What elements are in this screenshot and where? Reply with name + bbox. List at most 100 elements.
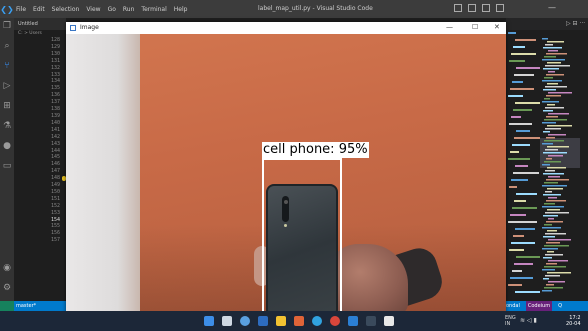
- search-taskbar-icon[interactable]: [222, 316, 232, 326]
- menu-terminal[interactable]: Terminal: [141, 6, 166, 13]
- menu-file[interactable]: File: [16, 6, 26, 13]
- minimap-line: [544, 224, 552, 226]
- minimap-line: [547, 125, 572, 127]
- code-line: [515, 102, 540, 104]
- vscode-taskbar-icon[interactable]: [348, 316, 358, 326]
- tab-label: Untitled: [18, 21, 38, 27]
- line-number: 135: [50, 85, 60, 92]
- code-line: [511, 53, 536, 55]
- task-view-icon[interactable]: [240, 316, 250, 326]
- minimap-line: [545, 170, 555, 172]
- code-line: [510, 151, 519, 153]
- menu-help[interactable]: Help: [174, 6, 188, 13]
- codeium-status[interactable]: Codeium: [525, 301, 553, 311]
- run-debug-icon[interactable]: ▷: [2, 81, 12, 91]
- terminal-icon[interactable]: [366, 316, 376, 326]
- menu-run[interactable]: Run: [123, 6, 135, 13]
- minimize-icon[interactable]: —: [548, 3, 556, 12]
- line-number: 155: [50, 223, 60, 230]
- minimap-line: [542, 143, 553, 145]
- notepad-icon[interactable]: [384, 316, 394, 326]
- line-number: 140: [50, 119, 60, 126]
- explorer-icon[interactable]: ❐: [2, 21, 12, 31]
- edge-browser-icon[interactable]: [312, 316, 322, 326]
- minimap-line: [544, 287, 563, 289]
- office-icon[interactable]: [294, 316, 304, 326]
- source-control-icon[interactable]: ⑂: [2, 61, 12, 71]
- toggle-sidebar-icon[interactable]: [454, 4, 462, 12]
- minimap[interactable]: [542, 38, 572, 293]
- extensions-icon[interactable]: ⊞: [2, 101, 12, 111]
- line-number: 157: [50, 237, 60, 244]
- minimap-line: [543, 257, 552, 259]
- remote-indicator-icon[interactable]: [0, 301, 14, 311]
- editor-group-left: Untitled C: > Users 128 129 130 131 132 …: [14, 18, 66, 301]
- minimap-line: [547, 230, 557, 232]
- chrome-icon[interactable]: [330, 316, 340, 326]
- status-bar-right: ondal Codeium Q: [506, 301, 562, 311]
- minimap-line: [542, 59, 565, 61]
- code-line: [515, 228, 535, 230]
- minimap-line: [544, 140, 564, 142]
- region-indicator: IN: [505, 321, 511, 327]
- line-number: 138: [50, 106, 60, 113]
- breadcrumb[interactable]: C: > Users: [18, 31, 42, 36]
- settings-gear-icon[interactable]: ⚙: [2, 283, 12, 293]
- minimap-line: [542, 122, 556, 124]
- git-branch[interactable]: master*: [16, 301, 36, 311]
- minimap-line: [545, 275, 560, 277]
- line-number-current: 154: [50, 216, 60, 223]
- chat-icon[interactable]: ●: [2, 141, 12, 151]
- minimap-line: [547, 251, 554, 253]
- minimap-line: [547, 146, 569, 148]
- line-number: 130: [50, 50, 60, 57]
- minimap-line: [546, 116, 558, 118]
- line-number: 141: [50, 126, 60, 133]
- remote-explorer-icon[interactable]: ▭: [2, 161, 12, 171]
- minimap-line: [544, 161, 561, 163]
- minimap-line: [545, 128, 561, 130]
- file-explorer-icon[interactable]: [276, 316, 286, 326]
- minimize-button[interactable]: —: [446, 23, 453, 31]
- toggle-panel-icon[interactable]: [468, 4, 476, 12]
- menu-go[interactable]: Go: [108, 6, 116, 13]
- menu-selection[interactable]: Selection: [52, 6, 80, 13]
- testing-icon[interactable]: ⚗: [2, 121, 12, 131]
- toggle-secondary-sidebar-icon[interactable]: [482, 4, 490, 12]
- minimap-line: [548, 218, 554, 220]
- minimap-line: [547, 104, 555, 106]
- code-line: [509, 60, 525, 62]
- run-file-icon[interactable]: ▷ ⊟ ···: [566, 20, 585, 27]
- widgets-icon[interactable]: [258, 316, 268, 326]
- minimap-line: [544, 203, 555, 205]
- minimap-line: [548, 281, 565, 283]
- status-item[interactable]: ondal: [506, 301, 520, 311]
- search-icon[interactable]: ⌕: [2, 41, 12, 51]
- minimap-line: [544, 98, 550, 100]
- account-icon[interactable]: ◉: [2, 263, 12, 273]
- clock[interactable]: 17:2 20-04: [566, 315, 581, 327]
- code-line: [513, 235, 524, 237]
- status-item[interactable]: Q: [558, 301, 562, 311]
- image-window-titlebar[interactable]: Image — ☐ ✕: [66, 22, 506, 34]
- minimap-line: [548, 197, 557, 199]
- line-number: 128: [50, 37, 60, 43]
- wifi-icon[interactable]: ≋ ◁ ▮: [520, 317, 537, 324]
- minimap-line: [548, 113, 569, 115]
- system-tray[interactable]: ENG IN: [505, 315, 516, 327]
- vscode-titlebar: ❮❯ File Edit Selection View Go Run Termi…: [0, 0, 588, 18]
- code-line: [510, 214, 526, 216]
- menu-edit[interactable]: Edit: [33, 6, 45, 13]
- windows-start-icon[interactable]: [204, 316, 214, 326]
- code-line: [508, 95, 523, 97]
- close-button[interactable]: ✕: [494, 23, 500, 31]
- customize-layout-icon[interactable]: [496, 4, 504, 12]
- menu-view[interactable]: View: [86, 6, 100, 13]
- maximize-button[interactable]: ☐: [472, 23, 478, 31]
- editor-tab[interactable]: Untitled: [14, 18, 66, 30]
- minimap-line: [547, 41, 564, 43]
- line-number: 137: [50, 99, 60, 106]
- code-line: [509, 186, 517, 188]
- minimap-line: [544, 245, 569, 247]
- minimap-line: [542, 227, 561, 229]
